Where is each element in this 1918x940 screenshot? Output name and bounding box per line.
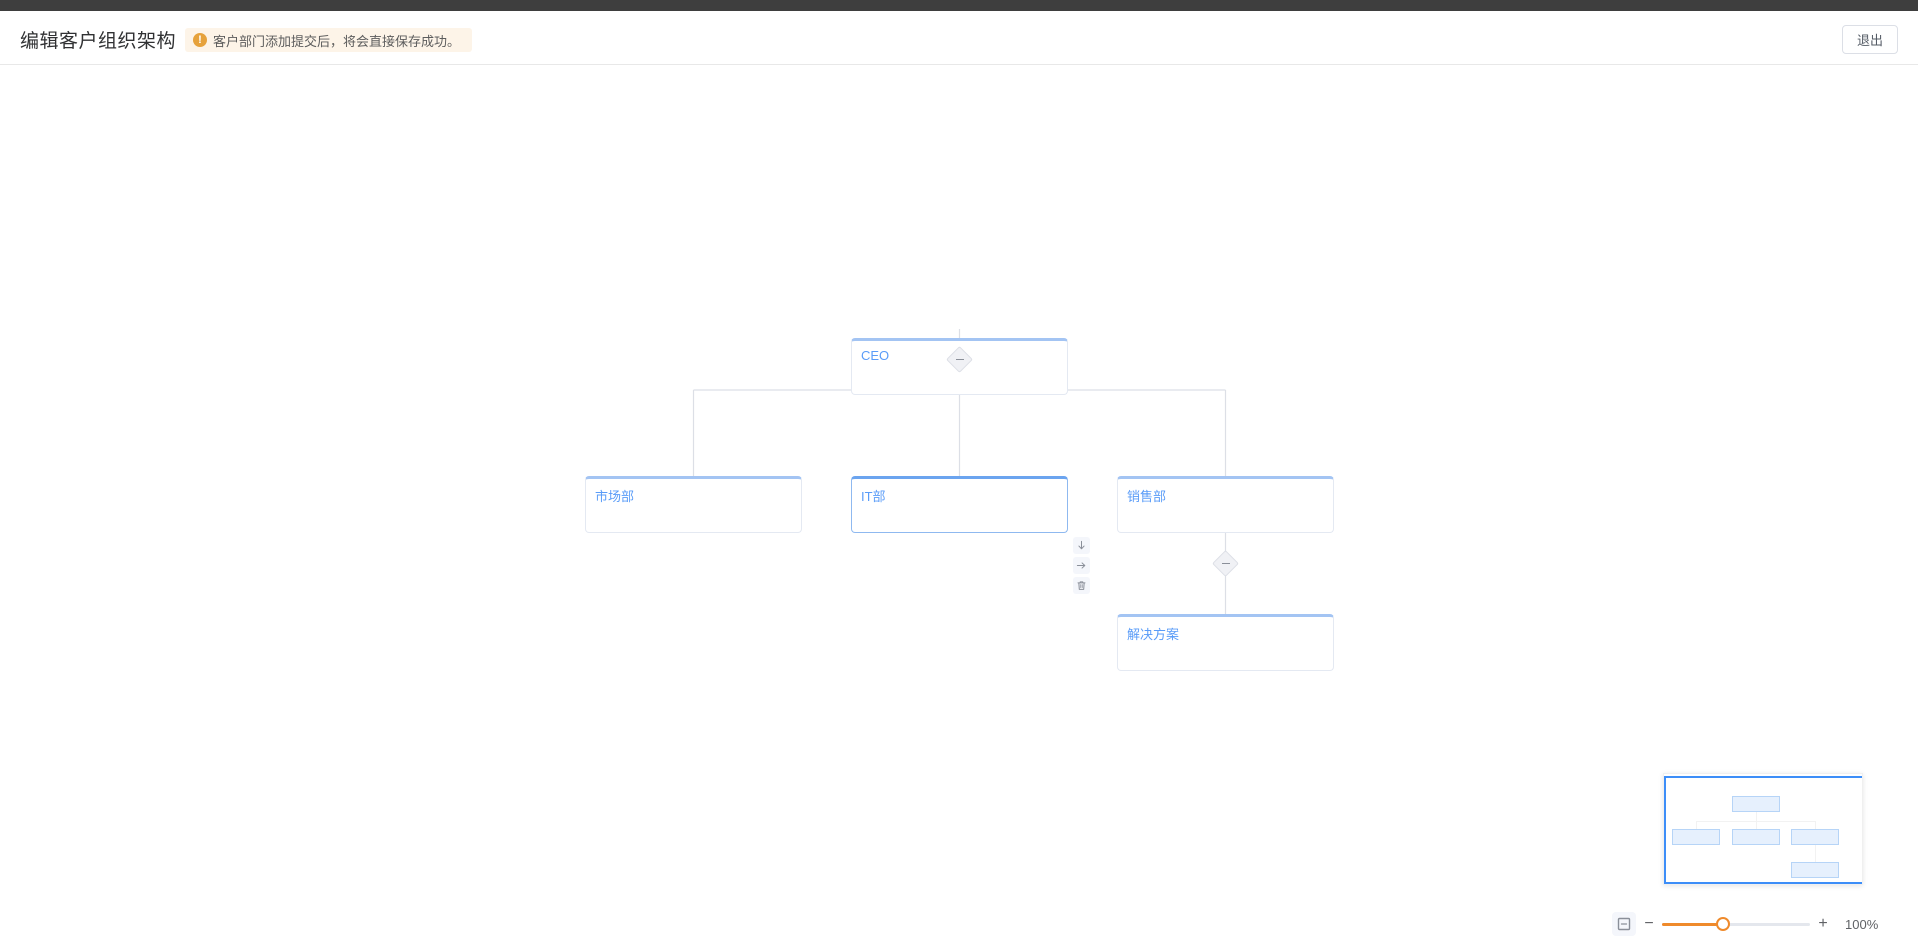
- add-child-button[interactable]: [1073, 537, 1090, 554]
- org-node-solution[interactable]: 解决方案: [1117, 614, 1334, 671]
- minus-icon: [951, 351, 968, 368]
- exit-button[interactable]: 退出: [1842, 25, 1898, 54]
- arrow-down-icon: [1078, 540, 1085, 550]
- minimap-node-it: [1732, 829, 1780, 845]
- org-node-label: 销售部: [1127, 489, 1167, 504]
- page-title: 编辑客户组织架构: [20, 31, 177, 52]
- minimap-connector: [1815, 845, 1816, 862]
- chart-layer: CEO 市场部 IT部 销售部 解决方案: [0, 66, 1918, 940]
- org-node-sales[interactable]: 销售部: [1117, 476, 1334, 533]
- arrow-right-icon: [1076, 562, 1086, 569]
- org-node-label: IT部: [861, 489, 886, 504]
- zoom-controls: − + 100%: [1612, 912, 1878, 936]
- add-sibling-button[interactable]: [1073, 557, 1090, 574]
- minimap-node-solution: [1791, 862, 1839, 878]
- org-node-it[interactable]: IT部: [851, 476, 1068, 533]
- fit-screen-icon: [1617, 917, 1631, 931]
- minimap-connector: [1815, 821, 1816, 829]
- minus-icon: [1217, 555, 1234, 572]
- zoom-slider-fill: [1662, 923, 1723, 926]
- org-node-label: 市场部: [595, 489, 635, 504]
- node-action-toolbar: [1073, 537, 1090, 594]
- org-node-marketing[interactable]: 市场部: [585, 476, 802, 533]
- zoom-in-button[interactable]: +: [1810, 912, 1836, 936]
- org-chart-editor-page: 编辑客户组织架构 ! 客户部门添加提交后，将会直接保存成功。 退出 CEO 市场…: [0, 0, 1918, 940]
- warning-circle-icon: !: [193, 33, 207, 47]
- zoom-slider-handle[interactable]: [1715, 917, 1730, 931]
- zoom-out-button[interactable]: −: [1636, 912, 1662, 936]
- minimap-node-marketing: [1672, 829, 1720, 845]
- page-header: 编辑客户组织架构 ! 客户部门添加提交后，将会直接保存成功。 退出: [0, 11, 1918, 65]
- zoom-slider[interactable]: [1662, 912, 1810, 936]
- org-chart-canvas[interactable]: CEO 市场部 IT部 销售部 解决方案: [0, 66, 1918, 940]
- zoom-level-label: 100%: [1845, 916, 1879, 932]
- window-title-strip: [0, 0, 1918, 11]
- minimap-connector: [1756, 821, 1757, 829]
- minimap-connector: [1696, 821, 1697, 829]
- alert-banner: ! 客户部门添加提交后，将会直接保存成功。: [185, 28, 473, 52]
- minimap-node-sales: [1791, 829, 1839, 845]
- delete-button[interactable]: [1073, 577, 1090, 594]
- trash-icon: [1077, 581, 1086, 590]
- alert-text: 客户部门添加提交后，将会直接保存成功。: [213, 33, 461, 49]
- minimap-node-ceo: [1732, 796, 1780, 812]
- org-node-label: 解决方案: [1127, 627, 1180, 642]
- fit-screen-button[interactable]: [1612, 912, 1636, 936]
- minimap[interactable]: [1663, 773, 1863, 885]
- org-node-label: CEO: [861, 348, 890, 363]
